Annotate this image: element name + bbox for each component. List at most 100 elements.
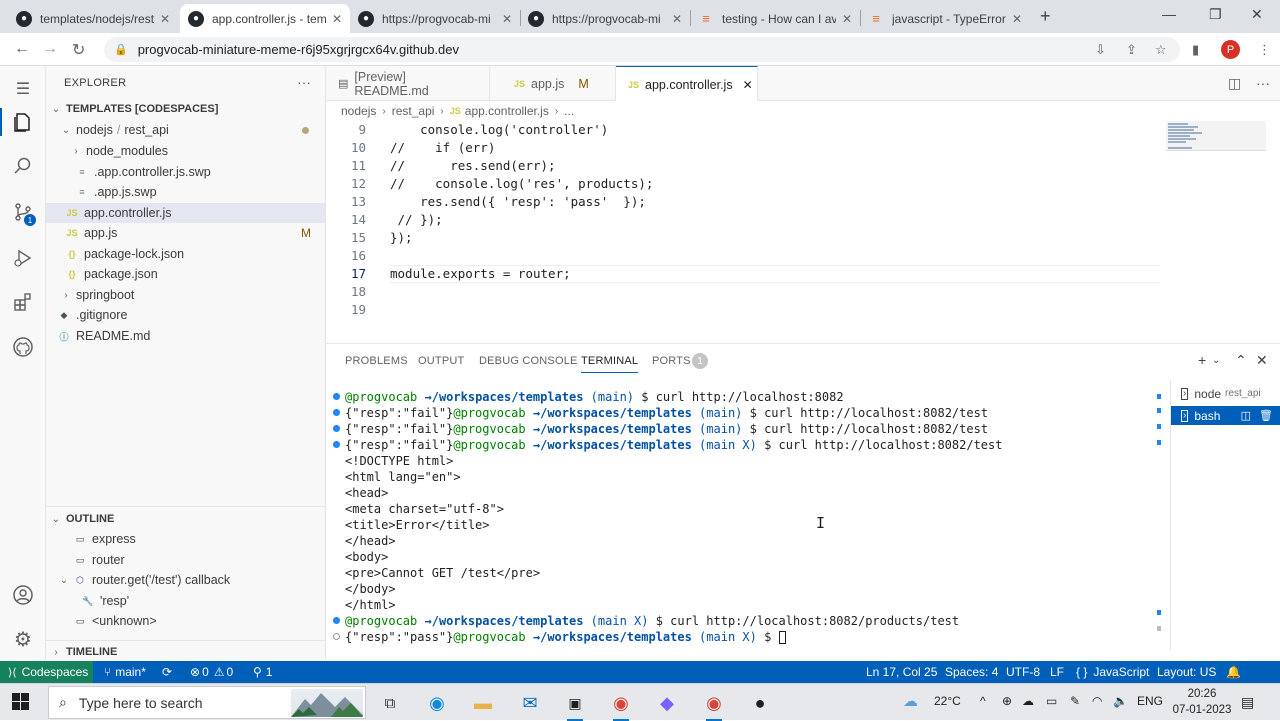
browser-tab-1[interactable]: ● templates/nodejs/rest ✕ (8, 4, 178, 33)
edge-browser-icon[interactable]: ◉ (425, 691, 449, 715)
run-debug-icon[interactable] (10, 245, 36, 271)
language-mode[interactable]: { } JavaScript (1076, 661, 1149, 683)
split-terminal-icon[interactable]: ◫ (1241, 409, 1251, 422)
install-icon[interactable]: ⇩ (1095, 42, 1106, 58)
editor-tab-app-controller-js[interactable]: JS app.controller.js ✕ (616, 66, 758, 102)
browser-tab-2[interactable]: ● app.controller.js - tem ✕ (180, 4, 350, 33)
wifi-icon[interactable]: ◠ (1092, 694, 1102, 708)
extensions-icon[interactable] (10, 289, 36, 315)
menu-icon[interactable]: ☰ (10, 76, 36, 102)
chevron-down-icon[interactable]: ⌄ (1212, 355, 1220, 366)
terminal-item-node[interactable]: › node rest_api (1171, 384, 1280, 403)
window-close-icon[interactable]: ✕ (1251, 6, 1263, 23)
terminal-item-bash[interactable]: › bash ◫ 🗑 (1171, 406, 1280, 425)
tab-terminal[interactable]: TERMINAL (581, 355, 639, 373)
browser-tab-5[interactable]: ≡ testing - How can I av ✕ (690, 4, 860, 33)
new-terminal-icon[interactable]: + (1198, 352, 1206, 368)
terminal-app-icon[interactable]: ▣ (563, 691, 587, 721)
tree-item-package-lock-json[interactable]: {} package-lock.json (46, 244, 325, 264)
remote-indicator[interactable]: ⟩⟨ Codespaces (0, 661, 93, 683)
clock[interactable]: 20:26 07-01-2023 (1172, 686, 1232, 718)
chrome-icon[interactable]: ◉ (702, 691, 726, 721)
tree-item-app-controller-swp[interactable]: ≡ .app.controller.js.swp (46, 162, 325, 182)
more-actions-icon[interactable]: ··· (1256, 75, 1270, 91)
chevron-up-icon[interactable]: ^ (980, 694, 986, 708)
sync-icon[interactable]: ⟳ (162, 661, 172, 683)
tab-problems[interactable]: PROBLEMS (345, 355, 408, 367)
github-icon[interactable] (10, 334, 36, 360)
end-of-line[interactable]: LF (1050, 661, 1064, 683)
trash-icon[interactable]: 🗑 (1259, 409, 1273, 422)
keyboard-layout[interactable]: Layout: US (1157, 661, 1216, 683)
browser-tab-6[interactable]: ≡ javascript - TypeError ✕ (860, 4, 1030, 33)
url-input[interactable]: 🔒 progvocab-miniature-meme-r6j95xgrjrgcx… (104, 37, 1180, 62)
timeline-header[interactable]: › TIMELINE (46, 642, 325, 662)
share-icon[interactable]: ⇪ (1126, 42, 1137, 58)
battery-icon[interactable]: ▭ (1046, 694, 1057, 708)
file-explorer-icon[interactable]: ▬ (471, 691, 495, 715)
split-editor-icon[interactable]: ◫ (1228, 75, 1241, 92)
tree-item-gitignore[interactable]: ◆ .gitignore (46, 305, 325, 325)
side-panel-icon[interactable]: ▮ (1192, 42, 1199, 58)
windows-start-icon[interactable] (12, 693, 30, 711)
tree-item-package-json[interactable]: {} package.json (46, 264, 325, 284)
explorer-icon[interactable] (10, 109, 36, 135)
tree-item-node-modules[interactable]: › node_modules (46, 141, 325, 161)
close-panel-icon[interactable]: ✕ (1256, 352, 1268, 369)
search-icon[interactable] (10, 153, 36, 179)
workspace-header[interactable]: ⌄ TEMPLATES [CODESPACES] (46, 99, 325, 119)
outline-header[interactable]: ⌄ OUTLINE (46, 509, 325, 529)
pen-icon[interactable]: ✎ (1070, 694, 1080, 708)
minimap[interactable] (1160, 121, 1268, 341)
outline-item-resp[interactable]: 🔧 'resp' (46, 591, 325, 611)
tree-item-readme[interactable]: ⓘ README.md (46, 326, 325, 346)
encoding[interactable]: UTF-8 (1006, 661, 1040, 683)
app-diamond-icon[interactable]: ◆ (655, 691, 679, 715)
close-icon[interactable]: ✕ (1012, 12, 1022, 26)
tray-cloud-icon[interactable]: ☁ (1022, 694, 1034, 708)
back-icon[interactable]: ← (14, 40, 30, 58)
close-icon[interactable]: ✕ (743, 78, 753, 92)
breadcrumb-item[interactable]: app.controller.js (465, 104, 549, 118)
tab-debug-console[interactable]: DEBUG CONSOLE (479, 355, 578, 367)
cursor-position[interactable]: Ln 17, Col 25 (866, 661, 937, 683)
reload-icon[interactable]: ↻ (72, 40, 85, 60)
tree-item-springboot[interactable]: › springboot (46, 285, 325, 305)
notification-icon[interactable]: ▤ (1241, 694, 1254, 711)
app-circle-icon[interactable]: ● (748, 691, 772, 715)
close-icon[interactable]: ✕ (160, 12, 170, 26)
indentation[interactable]: Spaces: 4 (945, 661, 998, 683)
volume-icon[interactable]: 🔈 (1113, 694, 1128, 708)
problems-indicator[interactable]: ⊗ 0 ⚠ 0 (190, 661, 233, 683)
bookmark-star-icon[interactable]: ☆ (1155, 42, 1167, 58)
outline-item-unknown[interactable]: ▭ <unknown> (46, 611, 325, 631)
more-actions-icon[interactable]: ··· (297, 74, 311, 90)
breadcrumb-item[interactable]: ... (564, 104, 574, 118)
chrome-icon[interactable]: ◉ (609, 691, 633, 721)
taskbar-search-input[interactable]: ⌕ Type here to search (48, 686, 366, 719)
menu-kebab-icon[interactable]: ⋮ (1258, 42, 1271, 58)
branch-indicator[interactable]: ⑂ main* (104, 661, 146, 683)
maximize-panel-icon[interactable]: ⌃ (1235, 352, 1247, 369)
minimize-icon[interactable]: — (1162, 6, 1176, 22)
outline-item-express[interactable]: ▭ express (46, 529, 325, 549)
tab-ports[interactable]: PORTS (652, 355, 691, 367)
weather-cloud-icon[interactable]: ☁ (903, 692, 918, 710)
close-icon[interactable]: ✕ (842, 12, 852, 26)
forward-icon[interactable]: → (42, 40, 58, 58)
tab-output[interactable]: OUTPUT (418, 355, 464, 367)
outline-item-callback[interactable]: ⌄ ⬡ router.get('/test') callback (46, 570, 325, 590)
editor-tab-app-js[interactable]: JS app.js M (490, 66, 616, 101)
tree-item-app-controller-js[interactable]: JS app.controller.js (46, 203, 325, 223)
input-language[interactable]: ENG (1137, 694, 1163, 708)
code-editor[interactable]: 9 console.log('controller') 10 // if (err… (326, 121, 1160, 341)
ports-indicator[interactable]: ⚲ 1 (253, 661, 272, 683)
tree-item-app-js[interactable]: JS app.js M (46, 223, 325, 243)
temperature[interactable]: 22°C (934, 694, 961, 708)
settings-gear-icon[interactable]: ⚙ (10, 626, 36, 652)
breadcrumb-item[interactable]: nodejs (341, 104, 376, 118)
close-icon[interactable]: ✕ (332, 12, 342, 26)
browser-tab-4[interactable]: ● https://progvocab-mi ✕ (520, 4, 690, 33)
browser-tab-3[interactable]: ● https://progvocab-mi ✕ (350, 4, 520, 33)
bell-icon[interactable]: 🔔 (1226, 661, 1241, 683)
